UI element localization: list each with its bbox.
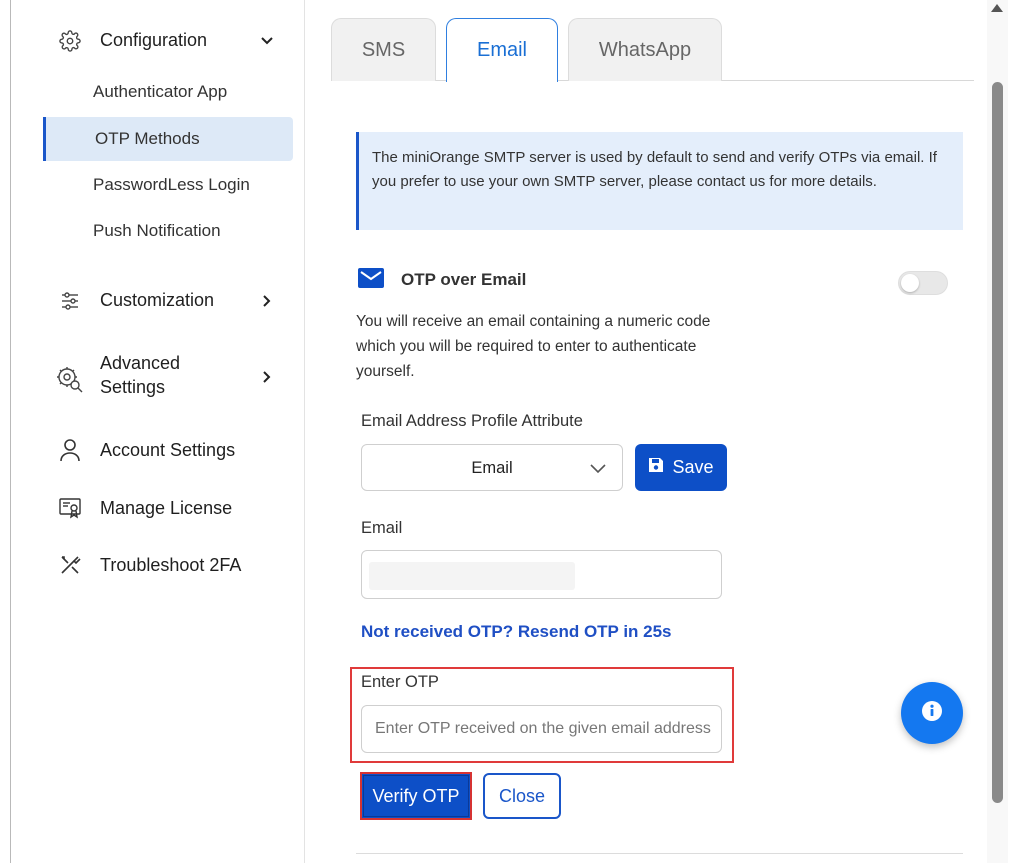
info-icon xyxy=(921,700,943,727)
gear-icon xyxy=(58,29,82,53)
sliders-icon xyxy=(58,289,82,313)
user-icon xyxy=(58,438,82,462)
info-fab-button[interactable] xyxy=(901,682,963,744)
verify-otp-label: Verify OTP xyxy=(372,785,460,806)
mail-icon xyxy=(358,268,384,290)
sidebar-item-label: Settings xyxy=(100,377,166,397)
otp-over-email-title: OTP over Email xyxy=(401,270,527,289)
sidebar-item-troubleshoot-2fa[interactable]: Troubleshoot 2FA xyxy=(12,553,305,579)
close-button[interactable]: Close xyxy=(483,773,561,819)
sidebar-item-customization[interactable]: Customization xyxy=(12,288,305,314)
floppy-disk-icon xyxy=(648,457,664,478)
chevron-right-icon[interactable] xyxy=(260,294,274,308)
tab-sms[interactable]: SMS xyxy=(331,18,436,81)
sidebar-item-label: Advanced xyxy=(100,353,181,373)
chevron-down-icon[interactable] xyxy=(260,34,274,48)
toggle-knob xyxy=(901,274,919,292)
verify-otp-button[interactable]: Verify OTP xyxy=(360,772,472,820)
sidebar-subitem-authenticator-app[interactable]: Authenticator App xyxy=(43,70,293,114)
scroll-up-arrow-icon[interactable] xyxy=(991,4,1003,12)
tools-icon xyxy=(58,553,82,577)
redacted-email-value xyxy=(369,562,575,590)
resend-otp-link[interactable]: Not received OTP? Resend OTP in 25s xyxy=(361,622,672,642)
sidebar-item-advanced-settings[interactable]: Advanced Settings xyxy=(12,352,305,402)
sidebar: Configuration Authenticator App OTP Meth… xyxy=(12,0,305,863)
gear-search-icon xyxy=(54,364,84,394)
otp-input[interactable] xyxy=(361,705,722,753)
sidebar-subitem-push-notification[interactable]: Push Notification xyxy=(43,209,293,253)
sidebar-item-label: Configuration xyxy=(100,30,208,50)
sidebar-item-configuration[interactable]: Configuration xyxy=(12,28,305,54)
tab-email[interactable]: Email xyxy=(446,18,558,82)
chevron-right-icon[interactable] xyxy=(260,370,274,384)
email-field-label: Email xyxy=(361,519,403,537)
divider xyxy=(356,853,963,854)
chevron-down-icon xyxy=(590,461,606,479)
sidebar-item-label: Manage License xyxy=(100,498,233,518)
save-button[interactable]: Save xyxy=(635,444,727,491)
enter-otp-label: Enter OTP xyxy=(361,673,439,691)
scrollbar-thumb[interactable] xyxy=(992,82,1003,803)
sidebar-item-manage-license[interactable]: Manage License xyxy=(12,496,305,522)
otp-method-tabs: SMS Email WhatsApp xyxy=(331,18,974,82)
profile-attribute-select[interactable]: Email xyxy=(361,444,623,491)
email-field[interactable] xyxy=(361,550,722,599)
sidebar-item-label: Troubleshoot 2FA xyxy=(100,555,242,575)
sidebar-subitem-passwordless-login[interactable]: PasswordLess Login xyxy=(43,163,293,207)
profile-attribute-value: Email xyxy=(471,459,513,477)
profile-attribute-label: Email Address Profile Attribute xyxy=(361,412,583,430)
otp-email-toggle[interactable] xyxy=(898,271,948,295)
sidebar-subitem-otp-methods[interactable]: OTP Methods xyxy=(43,117,293,161)
otp-email-description: You will receive an email containing a n… xyxy=(356,313,711,380)
sidebar-item-account-settings[interactable]: Account Settings xyxy=(12,438,305,464)
sidebar-item-label: Account Settings xyxy=(100,440,236,460)
tab-whatsapp[interactable]: WhatsApp xyxy=(568,18,722,81)
save-button-label: Save xyxy=(672,457,714,477)
sidebar-item-label: Customization xyxy=(100,290,215,310)
smtp-info-box: The miniOrange SMTP server is used by de… xyxy=(356,132,963,230)
window-left-border xyxy=(0,0,11,863)
certificate-icon xyxy=(58,496,82,520)
